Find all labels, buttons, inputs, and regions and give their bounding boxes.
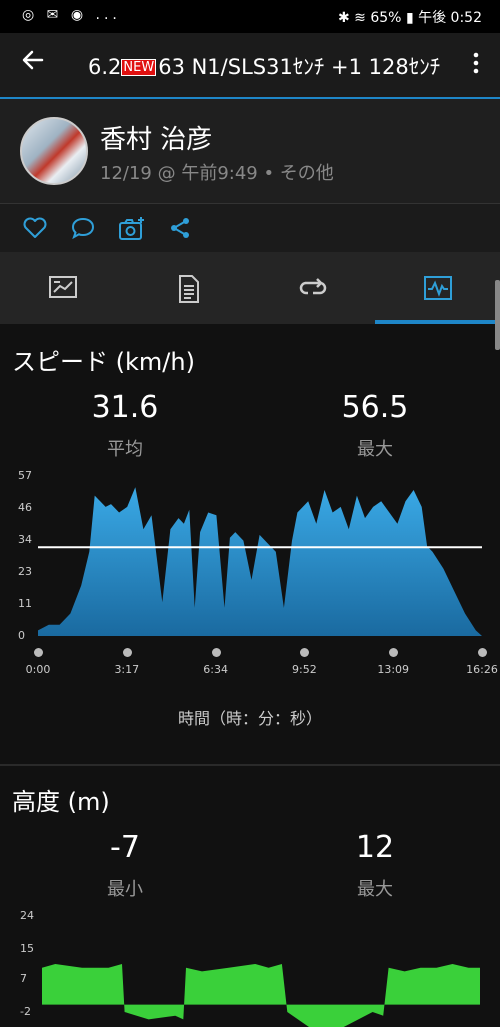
altitude-chart[interactable] xyxy=(0,0,500,1027)
altitude-area-series xyxy=(42,964,480,1027)
